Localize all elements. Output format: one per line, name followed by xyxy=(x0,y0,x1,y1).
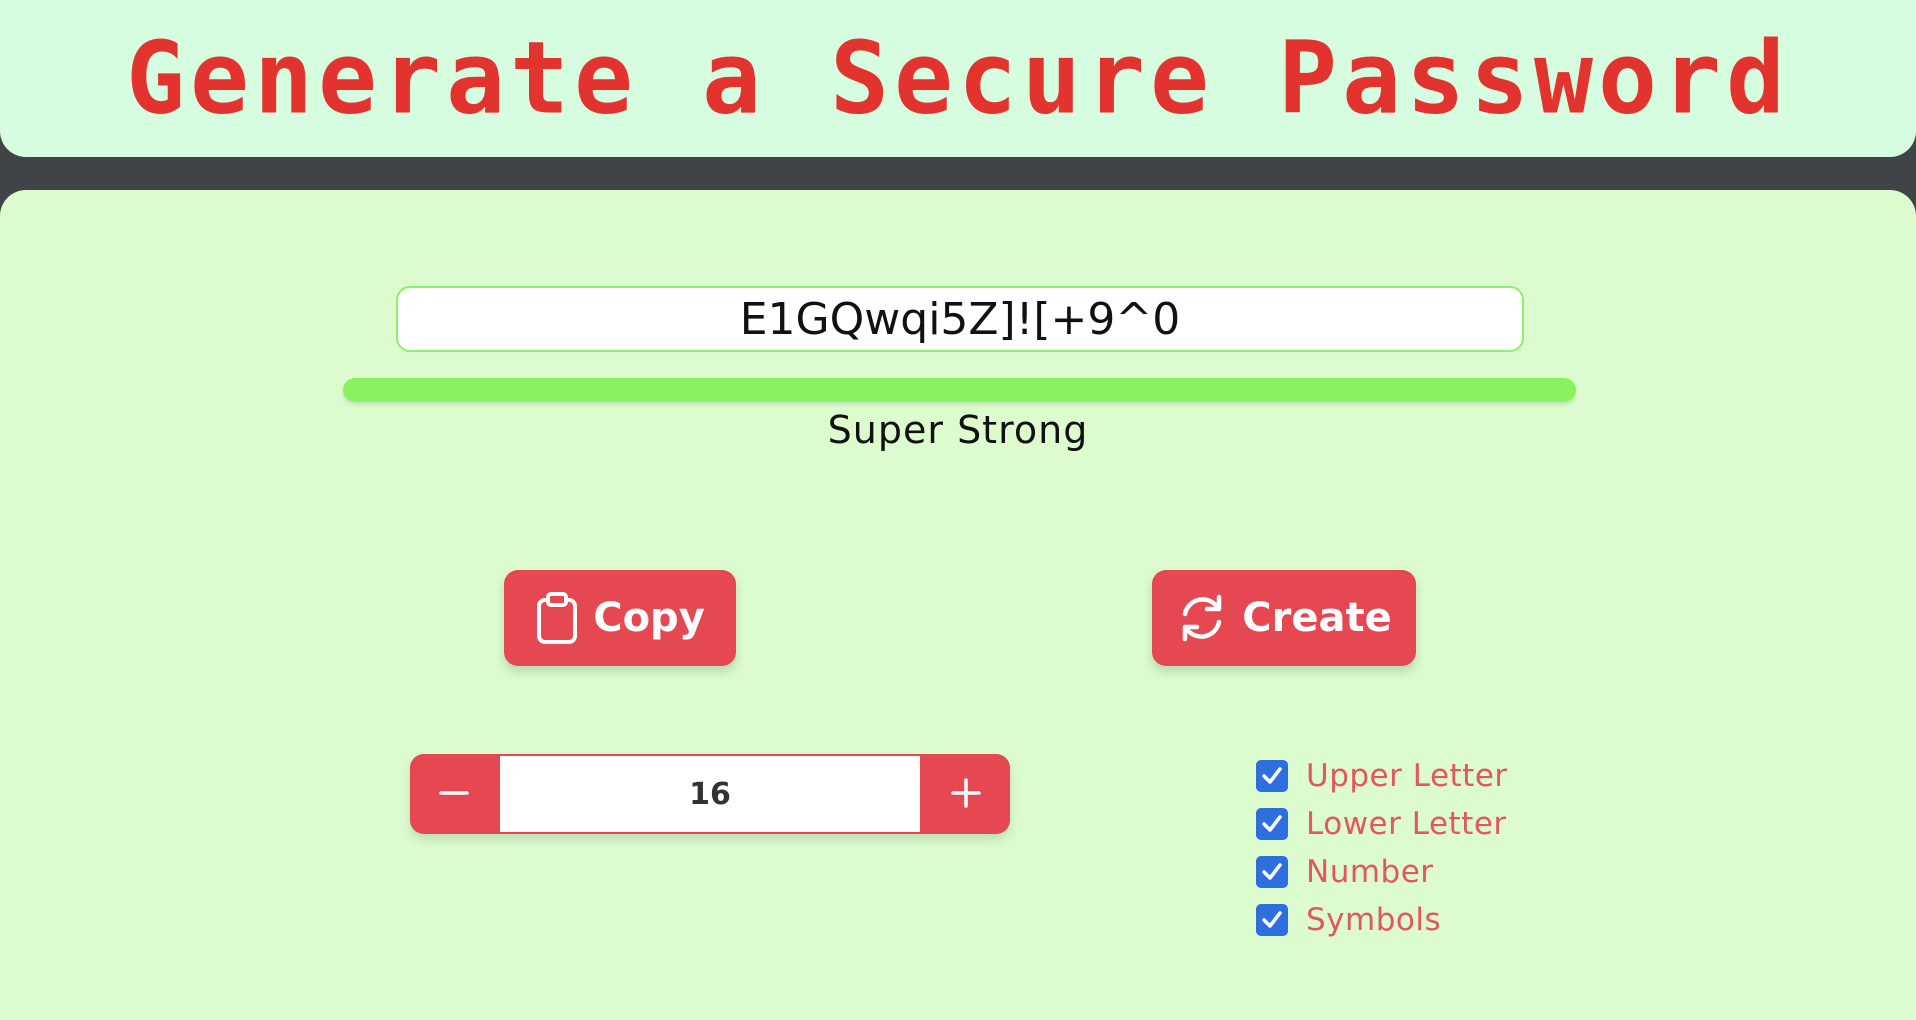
page-title: Generate a Secure Password xyxy=(125,20,1791,137)
option-symbols[interactable]: Symbols xyxy=(1256,896,1508,944)
create-button-label: Create xyxy=(1242,595,1392,641)
copy-button-label: Copy xyxy=(593,595,705,641)
decrement-button[interactable] xyxy=(410,754,498,834)
clipboard-icon xyxy=(535,592,579,644)
generator-panel: Super Strong Copy Create xyxy=(0,190,1916,1020)
symbols-label: Symbols xyxy=(1306,902,1442,938)
upper-letter-label: Upper Letter xyxy=(1306,758,1508,794)
create-button[interactable]: Create xyxy=(1152,570,1416,666)
number-checkbox[interactable] xyxy=(1256,856,1288,888)
lower-letter-label: Lower Letter xyxy=(1306,806,1507,842)
copy-button[interactable]: Copy xyxy=(504,570,736,666)
symbols-checkbox[interactable] xyxy=(1256,904,1288,936)
check-icon xyxy=(1262,815,1282,832)
option-number[interactable]: Number xyxy=(1256,848,1508,896)
minus-icon xyxy=(439,778,469,811)
length-input[interactable] xyxy=(498,754,922,834)
refresh-icon xyxy=(1176,592,1228,644)
option-lower-letter[interactable]: Lower Letter xyxy=(1256,800,1508,848)
number-label: Number xyxy=(1306,854,1434,890)
password-field[interactable] xyxy=(396,286,1524,352)
check-icon xyxy=(1262,863,1282,880)
header: Generate a Secure Password xyxy=(0,0,1916,157)
lower-letter-checkbox[interactable] xyxy=(1256,808,1288,840)
strength-label: Super Strong xyxy=(827,408,1089,452)
check-icon xyxy=(1262,767,1282,784)
option-upper-letter[interactable]: Upper Letter xyxy=(1256,752,1508,800)
plus-icon xyxy=(951,777,981,811)
check-icon xyxy=(1262,911,1282,928)
upper-letter-checkbox[interactable] xyxy=(1256,760,1288,792)
character-options: Upper Letter Lower Letter Number Symbols xyxy=(1256,752,1508,944)
increment-button[interactable] xyxy=(922,754,1010,834)
strength-meter-fill xyxy=(343,378,1576,402)
length-stepper xyxy=(410,754,1010,834)
strength-meter xyxy=(343,378,1576,402)
